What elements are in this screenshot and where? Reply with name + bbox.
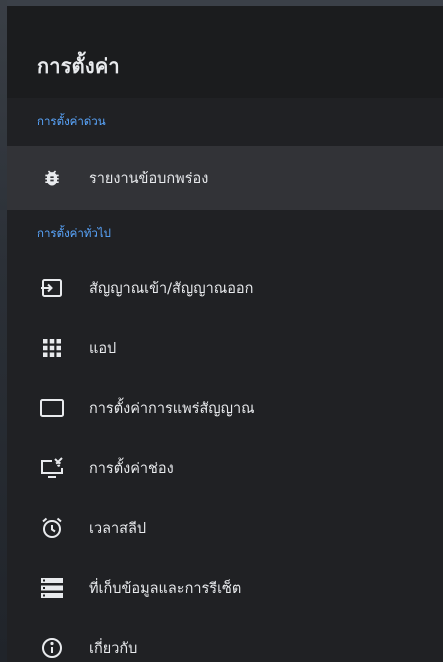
menu-item-label: การตั้งค่าการแพร่สัญญาณ — [89, 400, 255, 417]
menu-item-bug-report[interactable]: รายงานข้อบกพร่อง — [7, 146, 443, 210]
menu-item-broadcast-settings[interactable]: การตั้งค่าการแพร่สัญญาณ — [7, 378, 443, 438]
apps-grid-icon — [37, 333, 67, 363]
input-icon — [37, 273, 67, 303]
page-title: การตั้งค่า — [37, 54, 120, 78]
menu-item-label: แอป — [89, 340, 117, 357]
alarm-clock-icon — [37, 513, 67, 543]
menu-item-label: สัญญาณเข้า/สัญญาณออก — [89, 280, 254, 297]
tv-screen-icon — [37, 393, 67, 423]
section-label-quick-settings: การตั้งค่าด่วน — [37, 114, 106, 128]
menu-item-sleep-timer[interactable]: เวลาสลีป — [7, 498, 443, 558]
settings-header: การตั้งค่า — [7, 6, 443, 98]
menu-item-label: การตั้งค่าช่อง — [89, 460, 174, 477]
info-icon — [37, 633, 67, 662]
settings-panel: การตั้งค่า การตั้งค่าด่วน รายงานข้อบกพร่… — [7, 6, 443, 662]
storage-icon — [37, 573, 67, 603]
tv-channel-icon — [37, 453, 67, 483]
bug-icon — [37, 163, 67, 193]
menu-item-storage-reset[interactable]: ที่เก็บข้อมูลและการรีเซ็ต — [7, 558, 443, 618]
menu-item-label: เกี่ยวกับ — [89, 640, 138, 657]
menu-item-label: รายงานข้อบกพร่อง — [89, 170, 209, 187]
menu-item-label: เวลาสลีป — [89, 520, 147, 537]
menu-item-channel-settings[interactable]: การตั้งค่าช่อง — [7, 438, 443, 498]
menu-item-apps[interactable]: แอป — [7, 318, 443, 378]
menu-item-inputs-outputs[interactable]: สัญญาณเข้า/สัญญาณออก — [7, 258, 443, 318]
background-left-edge — [0, 0, 7, 662]
menu-item-about[interactable]: เกี่ยวกับ — [7, 618, 443, 662]
menu-item-label: ที่เก็บข้อมูลและการรีเซ็ต — [89, 580, 242, 597]
section-label-general-settings: การตั้งค่าทั่วไป — [37, 226, 111, 240]
